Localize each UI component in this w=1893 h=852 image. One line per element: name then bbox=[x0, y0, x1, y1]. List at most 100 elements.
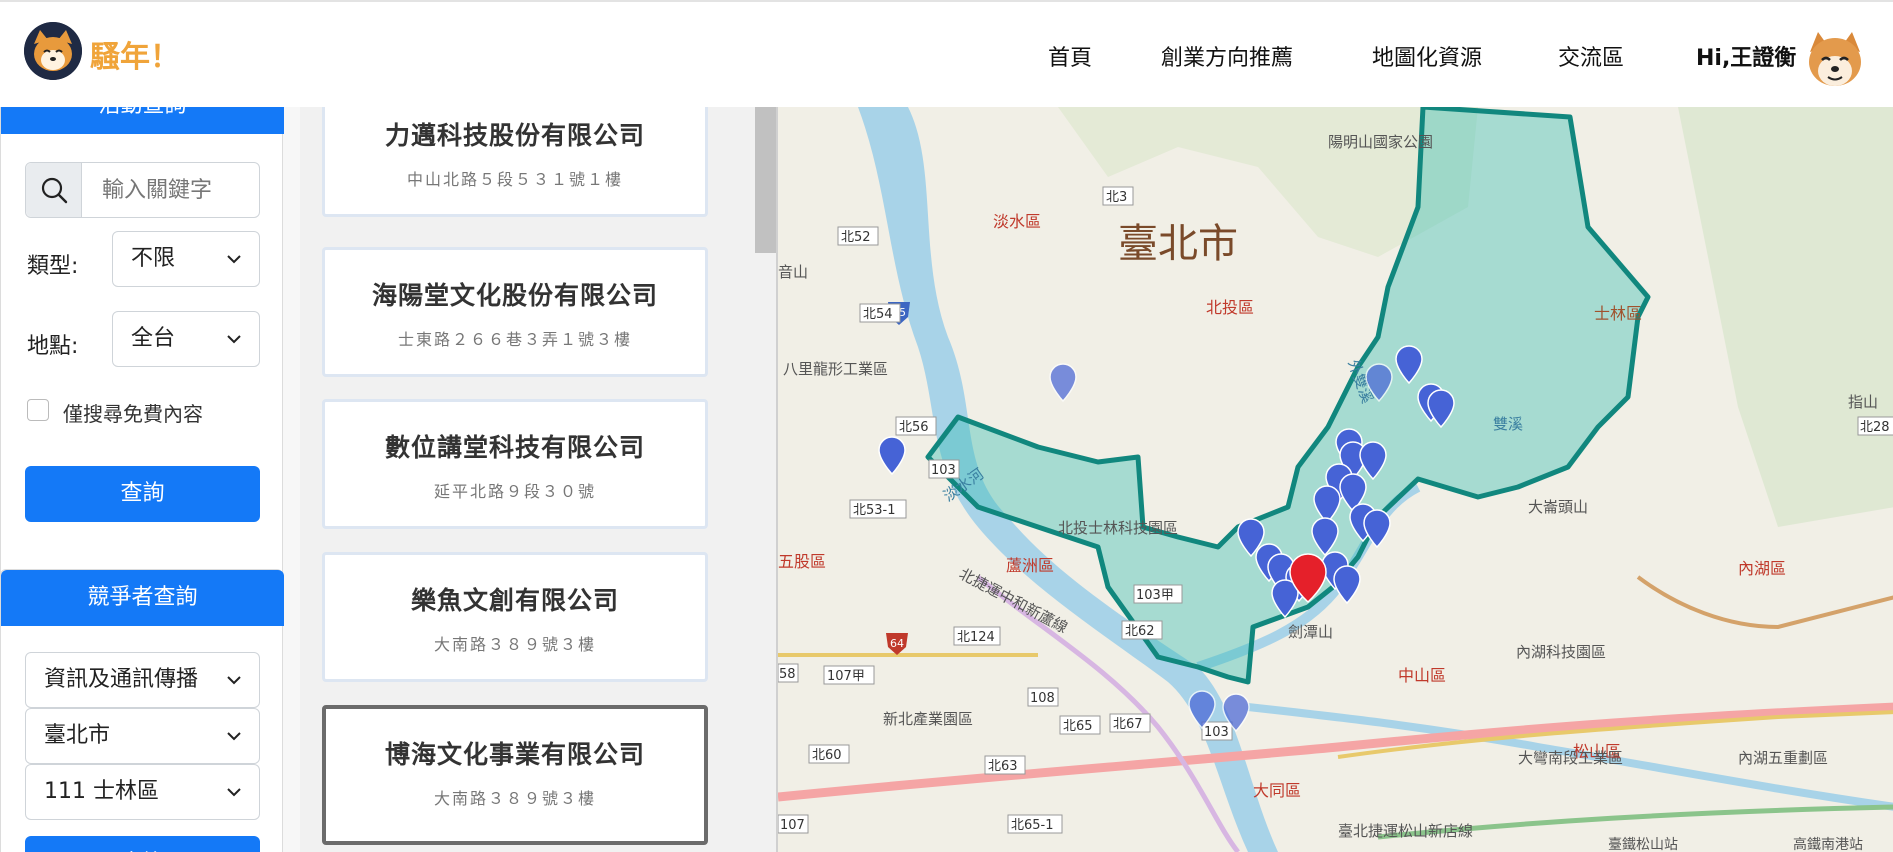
chevron-down-icon bbox=[227, 788, 241, 797]
svg-text:108: 108 bbox=[1030, 691, 1055, 706]
chevron-down-icon bbox=[227, 732, 241, 741]
city-select[interactable]: 臺北市 bbox=[25, 708, 260, 764]
poi-label: 內湖五重劃區 bbox=[1738, 749, 1828, 767]
result-company-name: 力邁科技股份有限公司 bbox=[384, 121, 645, 150]
chevron-down-icon bbox=[227, 676, 241, 685]
district-label-luzhou: 蘆洲區 bbox=[1006, 556, 1054, 575]
free-only-checkbox[interactable] bbox=[27, 399, 49, 421]
chevron-down-icon bbox=[227, 335, 241, 344]
nav-map-resources-link[interactable]: 地圖化資源 bbox=[1372, 40, 1482, 72]
activity-search-button[interactable]: 查詢 bbox=[25, 466, 260, 522]
svg-text:103: 103 bbox=[1204, 725, 1229, 740]
result-card[interactable]: 海陽堂文化股份有限公司 士東路２６６巷３弄１號３樓 bbox=[322, 247, 708, 377]
nav-home-link[interactable]: 首頁 bbox=[1048, 40, 1092, 72]
search-sidebar: 活動查詢 類型: 不限 地點: 全台 僅搜尋免費內容 查詢 競爭者查詢 資 bbox=[0, 107, 300, 852]
result-address: 大南路３８９號３樓 bbox=[433, 789, 596, 808]
result-address: 大南路３８９號３樓 bbox=[433, 635, 596, 654]
svg-text:北65: 北65 bbox=[1063, 719, 1093, 734]
svg-text:58: 58 bbox=[779, 667, 796, 682]
keyword-search-group bbox=[25, 162, 260, 218]
location-select-value: 全台 bbox=[131, 326, 176, 351]
map-view[interactable]: 臺北市 北投區 士林區 淡水區 蘆洲區 五股區 中山區 松山區 大同區 內湖區 … bbox=[776, 107, 1893, 852]
district-select-value: 111 士林區 bbox=[44, 779, 159, 804]
industry-select-value: 資訊及通訊傳播 bbox=[44, 667, 199, 692]
user-avatar-icon[interactable] bbox=[1804, 28, 1866, 92]
city-label: 臺北市 bbox=[1118, 221, 1238, 267]
svg-text:107甲: 107甲 bbox=[827, 669, 865, 684]
river-label: 雙溪 bbox=[1493, 415, 1523, 433]
city-select-value: 臺北市 bbox=[44, 723, 111, 748]
mrt-label: 臺北捷運松山新店線 bbox=[1338, 822, 1473, 840]
competitor-search-heading: 競爭者查詢 bbox=[1, 570, 284, 626]
poi-label: 八里龍形工業區 bbox=[783, 360, 888, 378]
svg-text:北54: 北54 bbox=[863, 307, 893, 322]
activity-search-heading: 活動查詢 bbox=[1, 107, 284, 134]
results-scrollbar-thumb[interactable] bbox=[755, 107, 776, 253]
svg-text:北67: 北67 bbox=[1113, 717, 1143, 732]
industry-select[interactable]: 資訊及通訊傳播 bbox=[25, 652, 260, 708]
keyword-search-input[interactable] bbox=[84, 163, 259, 217]
result-card-selected[interactable]: 博海文化事業有限公司 大南路３８９號３樓 bbox=[322, 705, 708, 845]
station-label: 高鐵南港站 bbox=[1793, 836, 1863, 852]
svg-text:北63: 北63 bbox=[988, 759, 1018, 774]
result-card[interactable]: 力邁科技股份有限公司 中山北路５段５３１號１樓 bbox=[322, 107, 708, 217]
svg-text:北62: 北62 bbox=[1125, 624, 1155, 639]
poi-label: 大彎南段工業區 bbox=[1518, 749, 1623, 767]
district-label-datong: 大同區 bbox=[1253, 781, 1301, 800]
result-company-name: 博海文化事業有限公司 bbox=[384, 740, 645, 769]
results-list: 力邁科技股份有限公司 中山北路５段５３１號１樓 海陽堂文化股份有限公司 士東路２… bbox=[300, 107, 776, 852]
top-navbar: 騷年！ 首頁 創業方向推薦 地圖化資源 交流區 Hi,王證衡 bbox=[0, 0, 1893, 107]
type-select-value: 不限 bbox=[131, 246, 176, 271]
result-address: 延平北路９段３０號 bbox=[433, 482, 596, 501]
free-only-label: 僅搜尋免費內容 bbox=[63, 402, 203, 426]
district-select[interactable]: 111 士林區 bbox=[25, 764, 260, 820]
svg-text:北65-1: 北65-1 bbox=[1011, 818, 1054, 833]
svg-text:103甲: 103甲 bbox=[1136, 588, 1174, 603]
result-company-name: 數位講堂科技有限公司 bbox=[384, 433, 645, 462]
poi-label: 新北產業園區 bbox=[883, 710, 973, 728]
chevron-down-icon bbox=[227, 255, 241, 264]
poi-label: 指山 bbox=[1848, 393, 1878, 411]
district-label-wugu: 五股區 bbox=[778, 552, 826, 571]
search-icon[interactable] bbox=[26, 163, 82, 217]
poi-label: 劍潭山 bbox=[1288, 623, 1333, 641]
nav-forum-link[interactable]: 交流區 bbox=[1558, 40, 1624, 72]
map-canvas[interactable]: 臺北市 北投區 士林區 淡水區 蘆洲區 五股區 中山區 松山區 大同區 內湖區 … bbox=[778, 107, 1893, 852]
competitor-search-panel: 競爭者查詢 資訊及通訊傳播 臺北市 111 士林區 查詢 bbox=[0, 569, 284, 852]
shiba-logo-icon[interactable] bbox=[24, 22, 82, 80]
svg-text:64: 64 bbox=[890, 637, 904, 650]
location-label: 地點: bbox=[27, 334, 79, 359]
poi-label: 內湖科技園區 bbox=[1516, 643, 1606, 661]
type-label: 類型: bbox=[27, 254, 79, 279]
svg-text:北124: 北124 bbox=[957, 630, 995, 645]
poi-label: 北投士林科技園區 bbox=[1058, 519, 1178, 537]
district-label-zhongshan: 中山區 bbox=[1398, 666, 1446, 685]
result-company-name: 樂魚文創有限公司 bbox=[410, 586, 619, 615]
svg-text:北52: 北52 bbox=[841, 230, 871, 245]
poi-label: 音山 bbox=[778, 263, 808, 281]
result-address: 士東路２６６巷３弄１號３樓 bbox=[397, 330, 632, 349]
nav-recommend-link[interactable]: 創業方向推薦 bbox=[1161, 40, 1293, 72]
location-select[interactable]: 全台 bbox=[112, 311, 260, 367]
svg-text:北28: 北28 bbox=[1860, 420, 1890, 435]
svg-text:北60: 北60 bbox=[812, 748, 842, 763]
result-company-name: 海陽堂文化股份有限公司 bbox=[371, 281, 658, 310]
poi-label: 陽明山國家公園 bbox=[1328, 133, 1433, 151]
competitor-search-button[interactable]: 查詢 bbox=[25, 836, 260, 852]
brand-name[interactable]: 騷年！ bbox=[90, 32, 180, 76]
svg-text:103: 103 bbox=[931, 463, 956, 478]
station-label: 臺鐵松山站 bbox=[1608, 836, 1678, 852]
poi-label: 大崙頭山 bbox=[1528, 498, 1588, 516]
svg-text:107: 107 bbox=[780, 818, 805, 833]
district-label-neihu: 內湖區 bbox=[1738, 559, 1786, 578]
svg-text:北3: 北3 bbox=[1106, 190, 1127, 205]
result-card[interactable]: 樂魚文創有限公司 大南路３８９號３樓 bbox=[322, 552, 708, 682]
user-greeting[interactable]: Hi,王證衡 bbox=[1696, 40, 1796, 72]
result-address: 中山北路５段５３１號１樓 bbox=[406, 170, 623, 189]
type-select[interactable]: 不限 bbox=[112, 231, 260, 287]
svg-text:北53-1: 北53-1 bbox=[853, 503, 896, 518]
result-card[interactable]: 數位講堂科技有限公司 延平北路９段３０號 bbox=[322, 399, 708, 529]
svg-text:北56: 北56 bbox=[899, 420, 929, 435]
district-label-tamsui: 淡水區 bbox=[993, 212, 1041, 231]
district-label-shilin: 士林區 bbox=[1594, 304, 1642, 323]
